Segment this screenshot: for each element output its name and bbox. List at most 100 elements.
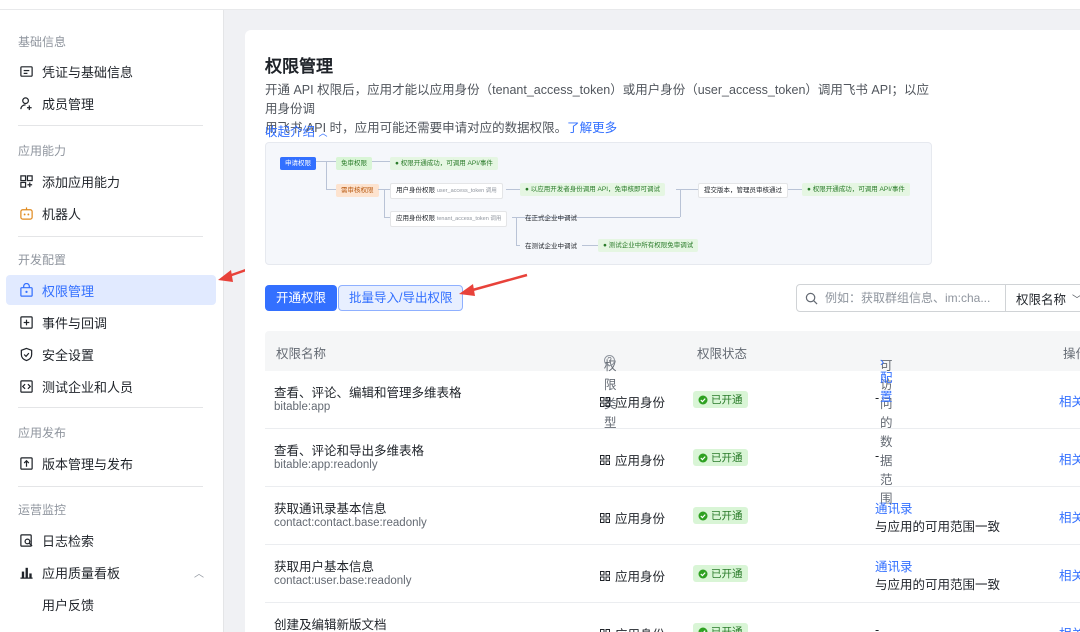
sidebar-item-logs[interactable]: 日志检索 xyxy=(6,525,216,555)
chevron-up-icon: ︿ xyxy=(318,128,328,138)
sidebar-item-security[interactable]: 安全设置 xyxy=(6,339,216,369)
filter-select[interactable]: 权限名称 ﹀ xyxy=(1005,284,1080,312)
sidebar-item-label: 机器人 xyxy=(42,206,82,222)
sidebar-item-label: 测试企业和人员 xyxy=(42,379,134,395)
permission-flow-diagram: 申请权限 免审权限 ● 权限开通成功，可调用 API/事件 需审核权限 用户身份… xyxy=(265,142,932,265)
sidebar-divider xyxy=(18,125,203,126)
related-link[interactable]: 相关 xyxy=(1059,565,1080,584)
permission-icon xyxy=(18,282,34,298)
sidebar-item-label: 事件与回调 xyxy=(42,315,108,331)
permission-search[interactable] xyxy=(796,284,1006,312)
table-row: 获取通讯录基本信息 contact:contact.base:readonly … xyxy=(265,487,1080,545)
log-search-icon xyxy=(18,532,34,548)
event-icon xyxy=(18,314,34,330)
sidebar-item-label: 安全设置 xyxy=(42,347,95,363)
app-identity-icon xyxy=(600,454,610,465)
sidebar: 基础信息 凭证与基础信息 成员管理 应用能力 添加应用能力 机器人 开发配置 权… xyxy=(0,10,224,632)
flow-formal-debug: 在正式企业中调试 xyxy=(525,215,577,222)
sidebar-group-release: 应用发布 xyxy=(18,426,67,440)
help-icon: ? xyxy=(604,355,615,366)
related-link[interactable]: 相关 xyxy=(1059,449,1080,468)
open-permission-button[interactable]: 开通权限 xyxy=(265,285,338,311)
table-row: 查看、评论和导出多维表格 bitable:app:readonly 应用身份 已… xyxy=(265,429,1080,487)
sidebar-item-label: 添加应用能力 xyxy=(42,174,121,190)
sidebar-item-label: 凭证与基础信息 xyxy=(42,64,134,80)
collapse-intro-link[interactable]: 收起介绍 ︿ xyxy=(265,121,328,140)
check-circle-icon xyxy=(698,569,708,578)
col-name: 权限名称 xyxy=(276,347,327,361)
flow-success-1: ● 权限开通成功，可调用 API/事件 xyxy=(390,157,498,170)
sidebar-item-label: 版本管理与发布 xyxy=(42,456,134,472)
sidebar-item-label: 成员管理 xyxy=(42,96,95,112)
sidebar-group-basic: 基础信息 xyxy=(18,35,67,49)
flow-test-no-review: ● 测试企业中所有权限免审调试 xyxy=(598,239,699,252)
sidebar-divider xyxy=(18,486,203,487)
check-circle-icon xyxy=(698,627,708,632)
related-link[interactable]: 相关 xyxy=(1059,623,1080,632)
related-link[interactable]: 相关 xyxy=(1059,391,1080,410)
related-link[interactable]: 相关 xyxy=(1059,507,1080,526)
sidebar-item-events[interactable]: 事件与回调 xyxy=(6,307,216,337)
check-circle-icon xyxy=(698,453,708,462)
config-link[interactable]: 配置 › xyxy=(880,355,893,404)
sidebar-item-label: 权限管理 xyxy=(42,283,95,299)
learn-more-link[interactable]: 了解更多 xyxy=(567,121,617,135)
sidebar-item-version[interactable]: 版本管理与发布 xyxy=(6,448,216,478)
sidebar-item-members[interactable]: 成员管理 xyxy=(6,88,216,118)
sidebar-item-credentials[interactable]: 凭证与基础信息 xyxy=(6,56,216,86)
chevron-up-icon[interactable]: ︿ xyxy=(194,565,204,580)
check-circle-icon xyxy=(698,511,708,520)
flow-no-review: 免审权限 xyxy=(336,157,372,170)
flow-submit: 提交版本，管理员审核通过 xyxy=(698,183,788,198)
app-identity-icon xyxy=(600,570,610,581)
status-badge: 已开通 xyxy=(693,449,748,466)
scope-link[interactable]: 通讯录 xyxy=(875,498,913,517)
annotation-arrow-batch xyxy=(459,273,528,296)
col-status: 权限状态 xyxy=(697,347,748,361)
robot-icon xyxy=(18,205,34,221)
batch-import-export-button[interactable]: 批量导入/导出权限 xyxy=(338,285,464,311)
table-row: 创建及编辑新版文档 应用身份 已开通 - 相关 xyxy=(265,603,1080,632)
sidebar-group-dev: 开发配置 xyxy=(18,253,67,267)
table-row: 获取用户基本信息 contact:user.base:readonly 应用身份… xyxy=(265,545,1080,603)
sidebar-item-label: 应用质量看板 xyxy=(42,565,121,581)
code-icon xyxy=(18,378,34,394)
user-add-icon xyxy=(18,95,34,111)
sidebar-item-label: 日志检索 xyxy=(42,533,95,549)
sidebar-group-ops: 运营监控 xyxy=(18,503,67,517)
permission-table: 权限名称 权限类型 ? 权限状态 可访问的数据范围 配置 › 操作 查看、评论、… xyxy=(265,331,1080,632)
sidebar-item-quality[interactable]: 应用质量看板 ︿ xyxy=(6,557,216,587)
col-op: 操作 xyxy=(1063,347,1080,361)
sidebar-item-feedback[interactable]: 用户反馈 xyxy=(6,589,216,619)
search-icon xyxy=(805,292,818,304)
sidebar-group-ability: 应用能力 xyxy=(18,144,67,158)
credential-icon xyxy=(18,63,34,79)
flow-user-identity: 用户身份权限 user_access_token 调用 xyxy=(390,183,503,199)
flow-test-debug: 在测试企业中调试 xyxy=(525,243,577,250)
status-badge: 已开通 xyxy=(693,623,748,632)
shield-icon xyxy=(18,346,34,362)
sidebar-item-permissions[interactable]: 权限管理 xyxy=(6,275,216,305)
sidebar-item-bot[interactable]: 机器人 xyxy=(6,198,216,228)
sidebar-item-add-ability[interactable]: 添加应用能力 xyxy=(6,166,216,196)
flow-apply: 申请权限 xyxy=(280,157,316,170)
sidebar-item-test-tenant[interactable]: 测试企业和人员 xyxy=(6,371,216,401)
app-identity-icon xyxy=(600,396,610,407)
sidebar-divider xyxy=(18,236,203,237)
flow-need-review: 需审核权限 xyxy=(336,184,379,197)
sidebar-divider xyxy=(18,407,203,408)
search-input[interactable] xyxy=(825,291,995,305)
page-description: 开通 API 权限后，应用才能以应用身份（tenant_access_token… xyxy=(265,83,930,135)
chevron-down-icon: ﹀ xyxy=(1072,291,1080,306)
status-badge: 已开通 xyxy=(693,565,748,582)
page-title: 权限管理 xyxy=(265,57,333,76)
flow-app-identity: 应用身份权限 tenant_access_token 调用 xyxy=(390,211,508,227)
check-circle-icon xyxy=(698,395,708,404)
grid-add-icon xyxy=(18,173,34,189)
app-identity-icon xyxy=(600,628,610,632)
status-badge: 已开通 xyxy=(693,391,748,408)
main-card: 权限管理 开通 API 权限后，应用才能以应用身份（tenant_access_… xyxy=(245,30,1080,632)
table-header: 权限名称 权限类型 ? 权限状态 可访问的数据范围 配置 › 操作 xyxy=(265,331,1080,506)
upload-icon xyxy=(18,455,34,471)
scope-link[interactable]: 通讯录 xyxy=(875,556,913,575)
